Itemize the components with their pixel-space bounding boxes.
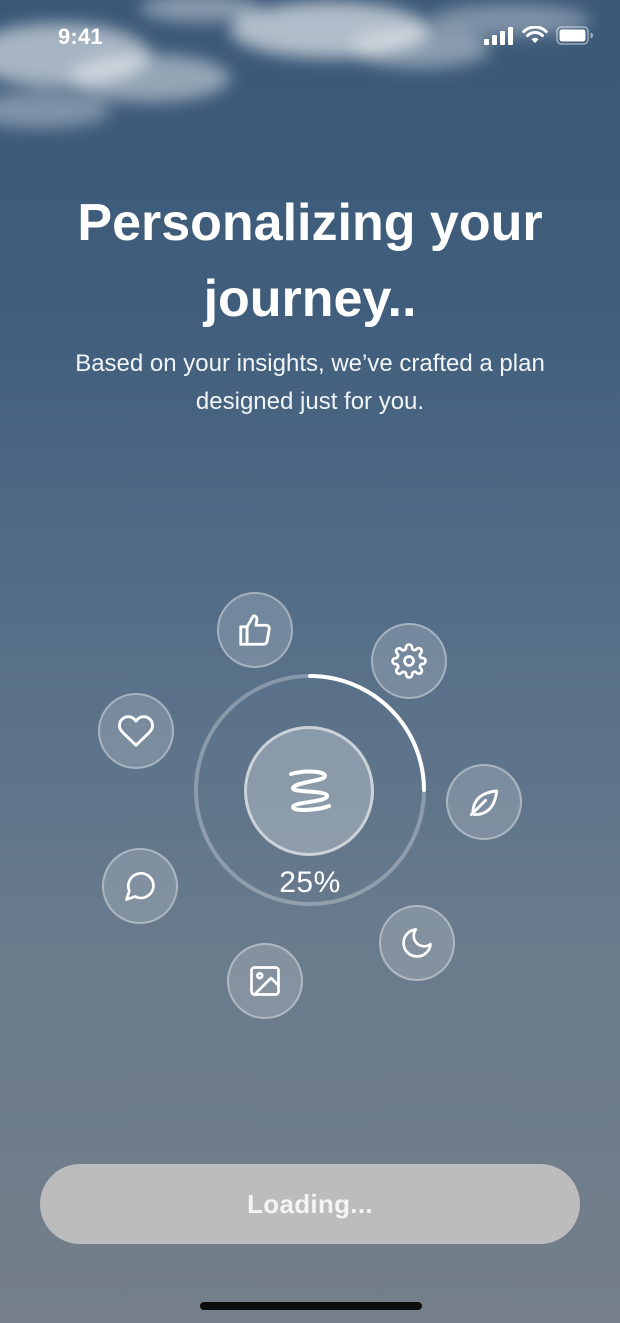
image-icon — [250, 966, 280, 996]
chat-bubble-icon — [125, 872, 155, 901]
thumbs-up-bubble — [217, 592, 293, 668]
leaf-bubble — [446, 764, 522, 840]
thumbs-up-icon — [239, 614, 271, 646]
moon-bubble — [379, 905, 455, 981]
feature-orbit: 25% — [0, 0, 620, 1323]
progress-percent: 25% — [279, 866, 341, 899]
leaf-icon — [469, 789, 499, 817]
heart-bubble — [98, 693, 174, 769]
swirl-logo-icon — [289, 769, 331, 812]
center-logo — [244, 726, 374, 856]
chat-bubble — [102, 848, 178, 924]
image-bubble — [227, 943, 303, 1019]
loading-screen: 9:41 Personalizing your journey.. Based … — [0, 0, 620, 1323]
loading-button[interactable]: Loading... — [40, 1164, 580, 1244]
home-indicator — [200, 1302, 422, 1310]
heart-icon — [118, 715, 154, 747]
moon-icon — [402, 928, 432, 958]
